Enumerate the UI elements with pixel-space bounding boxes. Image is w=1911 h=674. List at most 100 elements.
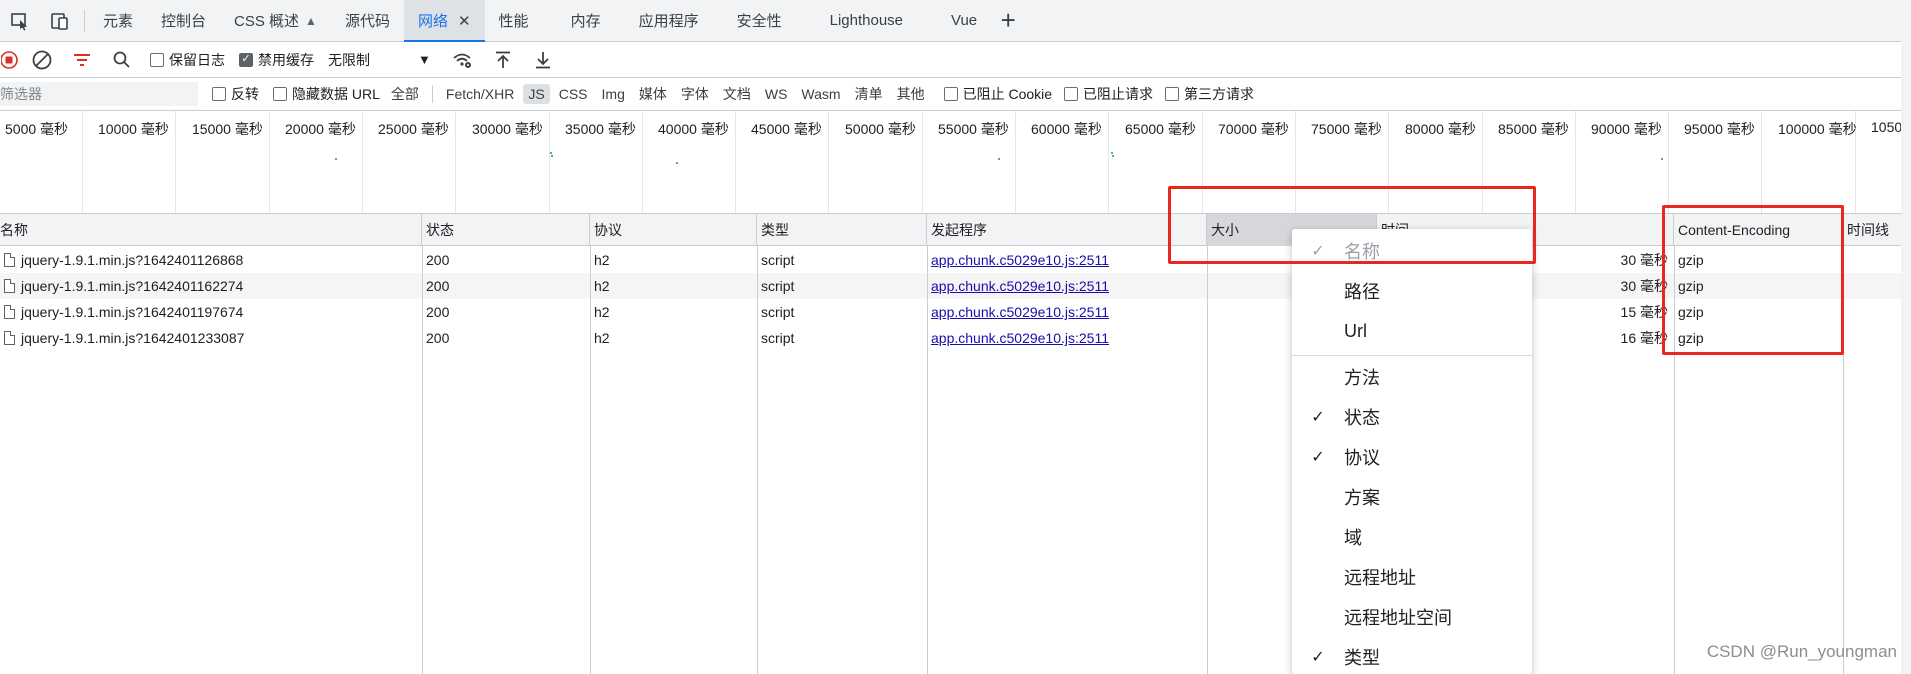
table-row[interactable]: jquery-1.9.1.min.js?1642401126868 200 h2…: [0, 247, 1911, 273]
overview-tick-label: 55000 毫秒: [938, 121, 1009, 137]
table-row[interactable]: jquery-1.9.1.min.js?1642401233087 200 h2…: [0, 325, 1911, 351]
vertical-scrollbar[interactable]: [1901, 0, 1911, 674]
initiator-link[interactable]: app.chunk.c5029e10.js:2511: [927, 299, 1207, 325]
tab-application[interactable]: 应用程序: [615, 0, 713, 42]
initiator-link[interactable]: app.chunk.c5029e10.js:2511: [927, 325, 1207, 351]
type-filter-img[interactable]: Img: [597, 84, 630, 104]
request-name-cell[interactable]: jquery-1.9.1.min.js?1642401126868: [0, 247, 422, 273]
filter-toggle-button[interactable]: [62, 42, 102, 78]
tab-security[interactable]: 安全性: [713, 0, 796, 42]
tab-network[interactable]: 网络 ✕: [403, 0, 485, 42]
request-name-cell[interactable]: jquery-1.9.1.min.js?1642401162274: [0, 273, 422, 299]
tab-sources[interactable]: 源代码: [331, 0, 404, 42]
column-header-type[interactable]: 类型: [757, 214, 927, 246]
request-name-cell[interactable]: jquery-1.9.1.min.js?1642401233087: [0, 325, 422, 351]
hide-data-url-label: 隐藏数据 URL: [292, 86, 380, 102]
preserve-log-checkbox[interactable]: 保留日志: [150, 50, 225, 70]
table-header: 名称 状态 协议 类型 发起程序 大小 时间 Content-Encoding …: [0, 214, 1911, 246]
column-header-name[interactable]: 名称: [0, 214, 422, 246]
tab-label: 内存: [570, 13, 601, 30]
type-filter-manifest[interactable]: 清单: [850, 82, 888, 106]
menu-item-url[interactable]: Url: [1292, 311, 1532, 351]
column-header-status[interactable]: 状态: [422, 214, 590, 246]
blocked-cookies-checkbox[interactable]: 已阻止 Cookie: [943, 84, 1053, 104]
menu-item-remote-address-space[interactable]: 远程地址空间: [1292, 597, 1532, 637]
device-toolbar-button[interactable]: [40, 0, 80, 42]
type-filter-css[interactable]: CSS: [554, 84, 593, 104]
checkbox-box[interactable]: [212, 87, 226, 101]
overview-tick-label: 40000 毫秒: [658, 121, 729, 137]
initiator-link[interactable]: app.chunk.c5029e10.js:2511: [927, 247, 1207, 273]
request-name-cell[interactable]: jquery-1.9.1.min.js?1642401197674: [0, 299, 422, 325]
type-filter-doc[interactable]: 文档: [718, 82, 756, 106]
menu-item-path[interactable]: 路径: [1292, 271, 1532, 311]
type-filter-js[interactable]: JS: [523, 84, 550, 104]
type-filter-font[interactable]: 字体: [676, 82, 714, 106]
disable-cache-checkbox[interactable]: ✓ 禁用缓存: [239, 50, 314, 70]
checkbox-box[interactable]: [1064, 87, 1079, 101]
initiator-link[interactable]: app.chunk.c5029e10.js:2511: [927, 273, 1207, 299]
record-button[interactable]: [0, 42, 22, 78]
checkbox-box[interactable]: [273, 87, 287, 101]
type-cell: script: [761, 252, 795, 268]
timeline-overview[interactable]: 5000 毫秒 10000 毫秒 15000 毫秒 20000 毫秒 25000 毫秒 3…: [0, 111, 1911, 214]
tab-console[interactable]: 控制台: [147, 0, 220, 42]
type-filter-wasm[interactable]: Wasm: [796, 84, 845, 104]
type-filter-all[interactable]: 全部: [386, 82, 424, 106]
script-file-icon: [4, 305, 15, 319]
column-label: 协议: [594, 222, 622, 238]
menu-item-domain[interactable]: 域: [1292, 517, 1532, 557]
overview-grid-line: [549, 111, 550, 213]
menu-item-method[interactable]: 方法: [1292, 357, 1532, 397]
request-dot: [676, 162, 678, 164]
status-cell: 200: [426, 330, 450, 346]
checkbox-box-checked[interactable]: ✓: [239, 52, 253, 67]
wifi-settings-icon: [453, 53, 471, 68]
checkbox-box[interactable]: [943, 87, 958, 101]
throttling-value: 无限制: [328, 51, 370, 68]
column-header-protocol[interactable]: 协议: [590, 214, 757, 246]
close-tab-icon[interactable]: ✕: [458, 12, 471, 30]
inspect-element-button[interactable]: [0, 0, 40, 42]
third-party-checkbox[interactable]: 第三方请求: [1165, 84, 1254, 104]
checkbox-box[interactable]: [1165, 87, 1180, 101]
network-conditions-button[interactable]: [443, 42, 483, 78]
column-header-initiator[interactable]: 发起程序: [927, 214, 1207, 246]
type-filter-other[interactable]: 其他: [892, 82, 930, 106]
search-button[interactable]: [102, 42, 142, 78]
blocked-requests-checkbox[interactable]: 已阻止请求: [1064, 84, 1153, 104]
more-tabs-plus-icon[interactable]: +: [991, 0, 1025, 42]
column-context-menu: ✓ 名称 路径 Url 方法 ✓ 状态 ✓ 协议 方案 域 远程地址 远程地址空间 ✓…: [1292, 229, 1532, 674]
menu-item-type[interactable]: ✓ 类型: [1292, 637, 1532, 674]
import-har-button[interactable]: [483, 42, 523, 78]
tab-css-overview[interactable]: CSS 概述 ▲: [220, 0, 331, 42]
throttling-select[interactable]: 无限制 ▼: [328, 50, 431, 70]
tab-memory[interactable]: 内存: [543, 0, 615, 42]
blocked-cookies-label: 已阻止 Cookie: [962, 86, 1053, 102]
table-row[interactable]: jquery-1.9.1.min.js?1642401162274 200 h2…: [0, 273, 1911, 299]
script-file-icon: [4, 279, 15, 293]
filter-input[interactable]: 筛选器: [0, 82, 198, 106]
tab-performance[interactable]: 性能: [485, 0, 543, 42]
tab-label: 元素: [103, 13, 134, 30]
tab-lighthouse[interactable]: Lighthouse: [796, 0, 917, 42]
dropdown-caret-icon: ▼: [418, 52, 431, 67]
experiment-flask-icon: ▲: [305, 13, 317, 28]
table-row[interactable]: jquery-1.9.1.min.js?1642401197674 200 h2…: [0, 299, 1911, 325]
menu-item-scheme[interactable]: 方案: [1292, 477, 1532, 517]
export-har-button[interactable]: [523, 42, 563, 78]
menu-item-protocol[interactable]: ✓ 协议: [1292, 437, 1532, 477]
checkbox-box[interactable]: [150, 52, 164, 67]
type-filter-fetch-xhr[interactable]: Fetch/XHR: [441, 84, 519, 104]
menu-item-status[interactable]: ✓ 状态: [1292, 397, 1532, 437]
invert-checkbox[interactable]: 反转: [212, 84, 259, 104]
status-cell: 200: [426, 278, 450, 294]
tab-vue[interactable]: Vue: [917, 0, 991, 42]
type-filter-media[interactable]: 媒体: [634, 82, 672, 106]
hide-data-url-checkbox[interactable]: 隐藏数据 URL: [273, 84, 380, 104]
tab-elements[interactable]: 元素: [89, 0, 147, 42]
protocol-cell: h2: [594, 278, 610, 294]
menu-item-remote-address[interactable]: 远程地址: [1292, 557, 1532, 597]
clear-button[interactable]: [22, 42, 62, 78]
type-filter-ws[interactable]: WS: [760, 84, 793, 104]
